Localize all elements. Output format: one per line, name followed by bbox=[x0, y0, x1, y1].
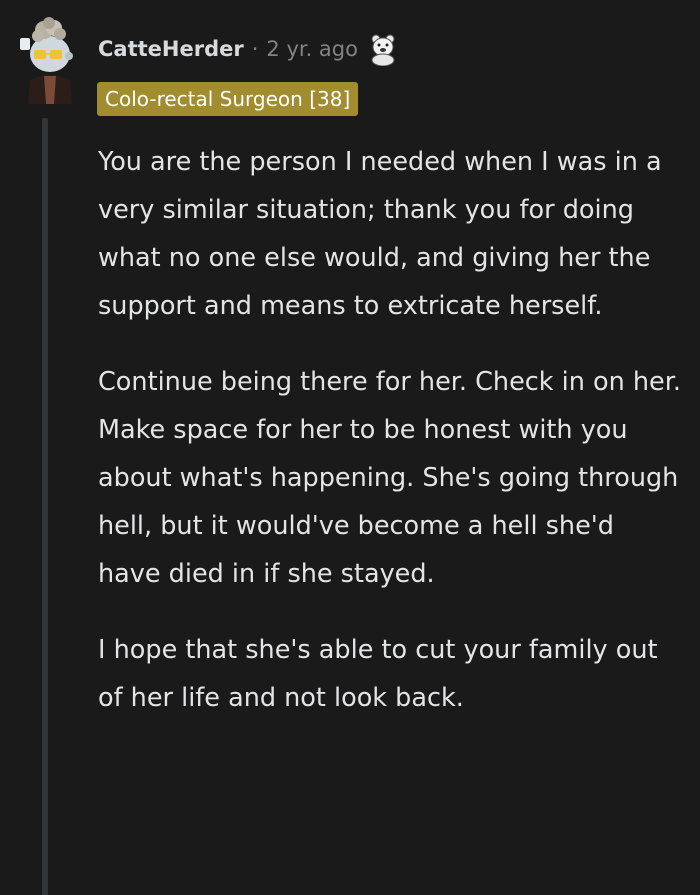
polar-bear-award-icon[interactable] bbox=[368, 32, 398, 66]
user-flair: Colo-rectal Surgeon [38] bbox=[97, 82, 359, 116]
thread-line[interactable] bbox=[42, 118, 48, 895]
user-avatar[interactable] bbox=[14, 14, 86, 104]
comment-paragraph: You are the person I needed when I was i… bbox=[98, 147, 662, 321]
comment-paragraph: I hope that she's able to cut your famil… bbox=[98, 635, 658, 713]
comment-header: CatteHerder · 2 yr. ago bbox=[98, 32, 398, 66]
comment-body: You are the person I needed when I was i… bbox=[98, 138, 683, 750]
comment-paragraph: Continue being there for her. Check in o… bbox=[98, 367, 681, 589]
comment-timestamp[interactable]: 2 yr. ago bbox=[266, 37, 358, 61]
meta-separator: · bbox=[251, 37, 259, 61]
username-link[interactable]: CatteHerder bbox=[98, 37, 244, 61]
